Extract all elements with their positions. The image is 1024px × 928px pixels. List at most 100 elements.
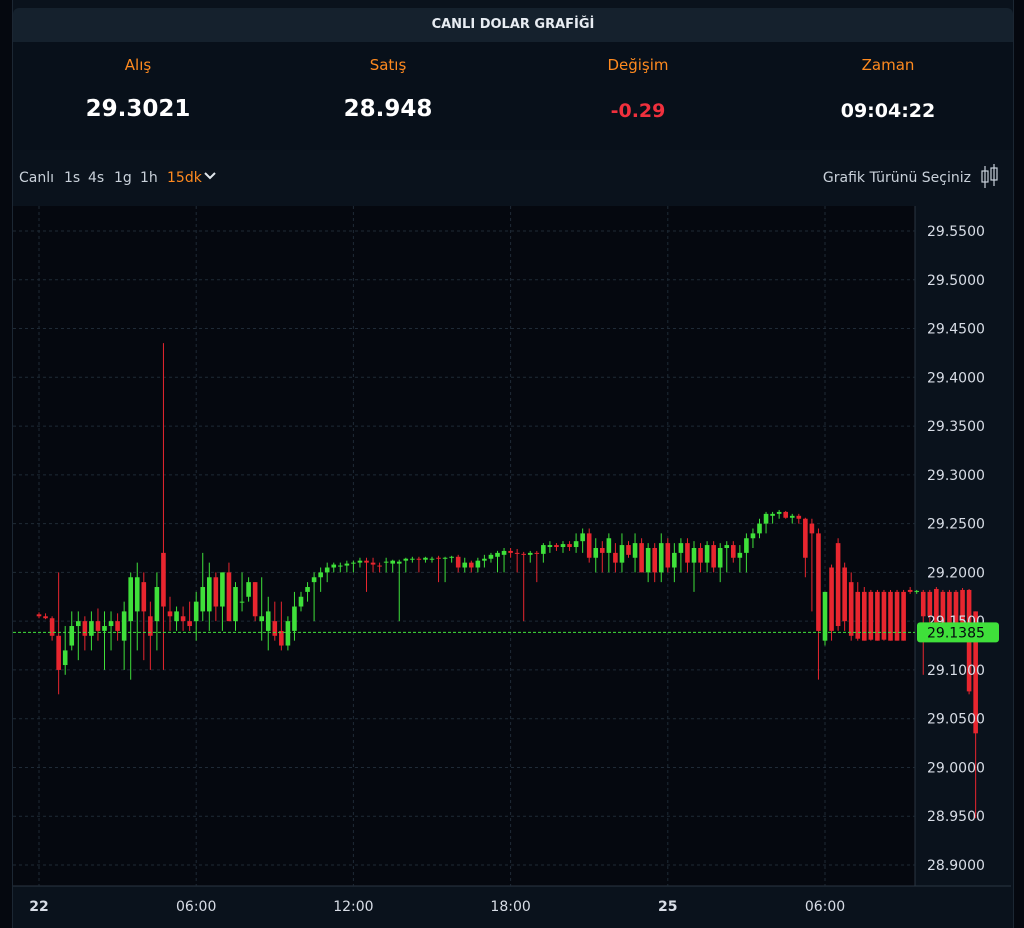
candle-body [737,552,743,558]
candle [783,510,788,519]
candle-body [711,545,716,568]
candle-body [842,567,847,622]
current-price-label: 29.1385 [927,625,985,641]
plot-area [13,206,915,886]
candle-body [377,565,382,567]
x-tick-label: 12:00 [333,899,373,915]
candle-body [357,560,363,563]
candle-body [580,533,585,542]
candle-body [436,557,441,559]
candle-body [508,550,513,553]
candle-body [449,556,454,558]
candle [639,538,644,573]
candle-body [49,618,55,636]
candle-body [475,560,481,568]
candle-body [193,601,199,622]
candle-body [488,554,494,559]
candle-body [757,523,762,534]
y-tick-label: 29.2500 [927,517,985,533]
candle-body [658,543,664,573]
candle-body [396,561,402,564]
candle-body [429,558,435,560]
candle-body [442,557,448,559]
candle-body [652,548,657,573]
candle-body [226,572,232,622]
candle [848,572,854,641]
candle-body [724,545,730,548]
candle-body [573,541,579,548]
candle-body [305,587,310,592]
candle-body [796,515,802,519]
y-tick-label: 29.4000 [927,370,985,386]
candle-body [298,596,304,607]
candle-body [207,577,212,612]
candle-body [600,548,605,553]
candle-body [554,545,559,548]
candle-body [469,562,474,568]
candle-body [816,533,821,631]
x-tick-label: 22 [29,899,48,915]
candle-body [639,543,644,573]
candle-body [809,523,815,534]
candle-body [632,543,638,558]
candle [881,589,887,641]
candle-body [901,591,906,641]
candlestick-chart[interactable]: 29.5500 29.5000 29.4500 29.4000 29.3500 29.30… [0,0,1024,928]
candle-body [927,591,933,617]
x-tick-label: 06:00 [176,899,216,915]
candle-body [239,601,245,603]
candle [868,589,874,641]
candle-body [36,614,42,617]
candle-body [678,543,684,553]
candle-body [95,621,101,631]
candle-body [665,543,671,568]
candle-body [495,552,500,557]
candle-body [383,561,389,563]
candle-body [619,545,625,563]
candle-body [115,621,120,631]
candle-body [390,560,395,564]
candle [875,589,880,641]
candle [888,589,893,641]
candle-body [501,550,507,555]
candle [822,591,828,646]
candle-body [180,616,186,622]
candle-body [108,621,114,627]
candle-body [56,635,61,670]
candle [829,564,834,641]
candle-body [338,565,343,567]
candle-body [89,621,94,636]
candle-body [822,591,828,641]
candle-body [272,621,278,636]
candle-body [920,591,926,617]
y-tick-label: 29.2000 [927,565,985,581]
candle-body [423,557,428,560]
candle-body [246,582,251,597]
candle-body [167,611,173,617]
candle-body [252,582,258,617]
candle-body [161,552,166,607]
candle [285,616,291,651]
candle-body [875,591,880,641]
y-tick-label: 29.5000 [927,273,985,289]
candle-body [128,577,133,622]
candle-body [586,533,592,558]
candle-body [154,587,160,622]
candle-body [685,543,690,563]
candle-body [672,552,677,568]
candle-body [626,545,631,555]
candle [252,582,258,622]
candle-body [141,582,147,612]
candle-body [783,511,788,518]
candle-body [351,562,356,564]
y-tick-label: 28.9000 [927,858,985,874]
candle-body [455,556,461,568]
y-tick-label: 29.1000 [927,663,985,679]
candle-body [200,587,206,612]
candle-body [121,611,127,641]
candle-body [324,567,330,573]
candle-body [279,630,284,646]
candle [586,528,592,563]
candle-body [265,611,271,631]
x-tick-label: 25 [658,899,677,915]
